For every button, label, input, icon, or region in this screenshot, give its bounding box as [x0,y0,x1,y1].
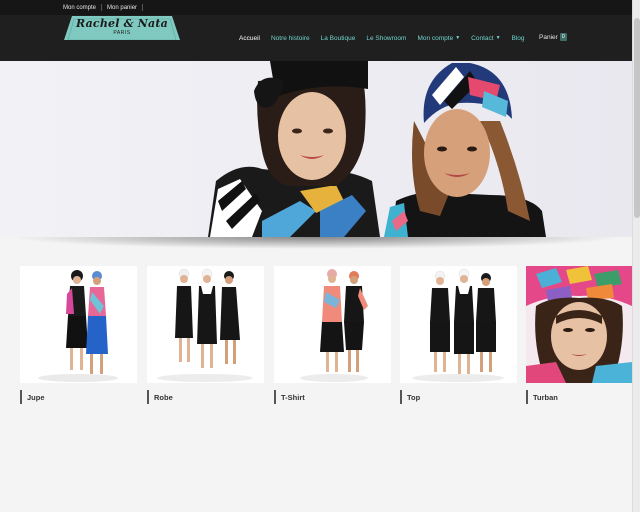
product-photo-illustration [400,266,517,383]
product-label: Top [407,392,421,402]
brand-logo[interactable]: Rachel & Nata PARIS [64,16,180,40]
my-account-link[interactable]: Mon compte [58,5,101,11]
product-card-t-shirt[interactable]: T-Shirt [274,266,391,404]
product-image[interactable] [400,266,517,383]
product-label: Robe [154,392,173,402]
nav-item-le-showroom[interactable]: Le Showroom [366,35,406,42]
product-photo-illustration [147,266,264,383]
nav-item-notre-histoire[interactable]: Notre histoire [271,35,310,42]
top-utility-bar: Mon compte Mon panier [0,0,640,15]
product-caption[interactable]: T-Shirt [274,390,391,404]
page-scrollbar[interactable] [632,0,640,512]
main-navigation: Accueil Notre histoire La Boutique Le Sh… [239,32,536,44]
product-card-top[interactable]: Top [400,266,517,404]
product-photo-illustration [526,266,632,383]
cart-label: Panier [539,33,558,41]
product-card-jupe[interactable]: Jupe [20,266,137,404]
nav-label: Mon compte [417,34,454,42]
nav-label: Accueil [239,34,260,42]
product-card-turban[interactable]: Turban [526,266,632,404]
nav-label: Contact [471,34,494,42]
product-label: Turban [533,392,558,402]
logo-city: PARIS [113,30,131,36]
site-header: Rachel & Nata PARIS Accueil Notre histoi… [0,15,640,61]
product-caption[interactable]: Jupe [20,390,137,404]
product-label: Jupe [27,392,45,402]
nav-item-blog[interactable]: Blog [512,35,525,42]
product-card-robe[interactable]: Robe [147,266,264,404]
logo-name: Rachel & Nata [76,17,168,30]
product-label: T-Shirt [281,392,305,402]
hero-image [208,61,546,237]
cart-link[interactable]: Panier 0 [539,33,567,41]
nav-label: La Boutique [320,34,356,42]
scrollbar-thumb[interactable] [634,18,640,218]
product-image[interactable] [20,266,137,383]
chevron-down-icon: ▼ [495,35,501,41]
product-caption[interactable]: Robe [147,390,264,404]
product-photo-illustration [274,266,391,383]
product-photo-illustration [20,266,137,383]
account-links: Mon compte Mon panier [58,0,144,15]
nav-label: Notre histoire [270,34,310,42]
cart-count-badge: 0 [559,33,567,41]
nav-item-mon-compte[interactable]: Mon compte ▼ [417,35,460,42]
product-caption[interactable]: Turban [526,390,632,404]
nav-item-contact[interactable]: Contact ▼ [471,35,500,42]
product-caption[interactable]: Top [400,390,517,404]
nav-label: Le Showroom [366,34,407,42]
nav-item-accueil[interactable]: Accueil [239,35,260,42]
chevron-down-icon: ▼ [455,35,461,41]
product-image[interactable] [147,266,264,383]
nav-label: Blog [511,34,525,42]
product-image[interactable] [526,266,632,383]
my-cart-link[interactable]: Mon panier [102,5,142,11]
hero-shadow [8,237,624,249]
product-image[interactable] [274,266,391,383]
nav-item-la-boutique[interactable]: La Boutique [321,35,356,42]
divider [142,4,144,11]
hero-banner [0,61,632,237]
